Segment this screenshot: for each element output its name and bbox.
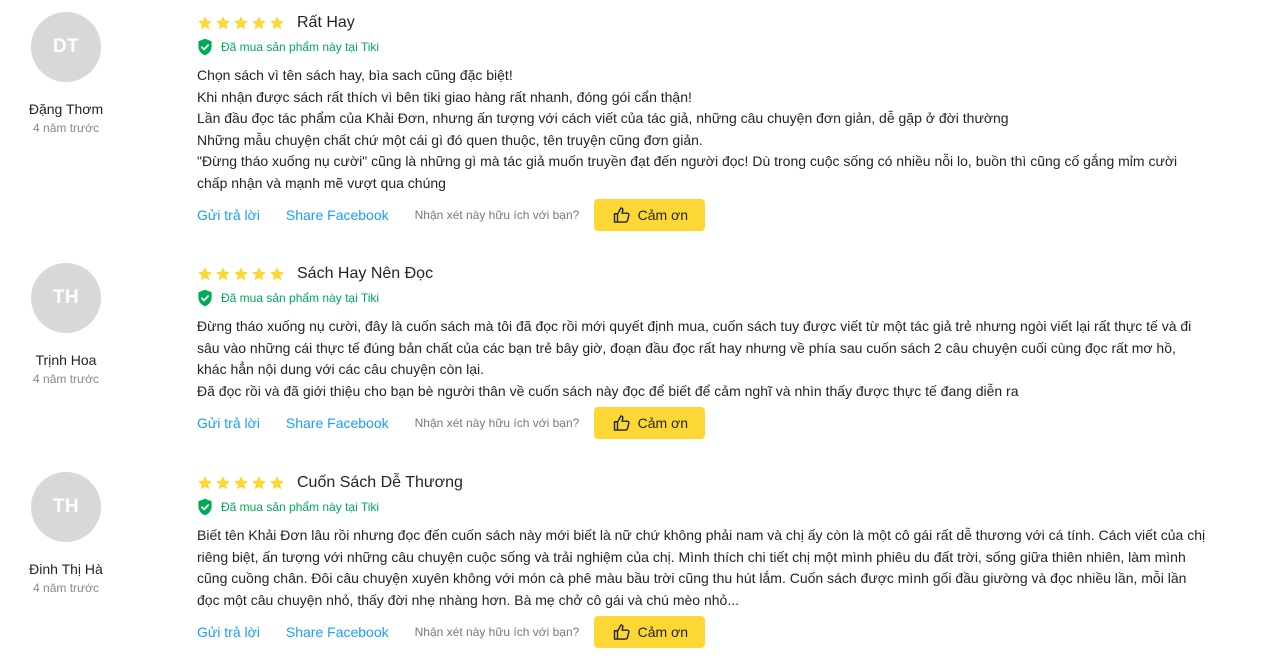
- star-icon: [198, 476, 212, 490]
- review-text-line: Biết tên Khải Đơn lâu rồi nhưng đọc đến …: [197, 527, 1206, 543]
- helpful-question: Nhận xét này hữu ích với bạn?: [414, 416, 580, 430]
- review-actions: Gửi trả lời Share Facebook Nhận xét này …: [197, 407, 1265, 439]
- helpful-question: Nhận xét này hữu ích với bạn?: [414, 625, 580, 639]
- review-actions: Gửi trả lời Share Facebook Nhận xét này …: [197, 616, 1265, 648]
- reply-link[interactable]: Gửi trả lời: [197, 415, 260, 431]
- review-text-line: Khi nhận được sách rất thích vì bên tiki…: [197, 88, 692, 105]
- review-header: Sách Hay Nên Đọc: [197, 263, 1265, 285]
- star-icon: [198, 267, 212, 281]
- star-icon: [252, 267, 266, 281]
- review-text-line: khác hẳn nội dung với các câu chuyện còn…: [197, 361, 485, 377]
- verified-purchase-text: Đã mua sản phẩm này tại Tiki: [221, 40, 380, 54]
- star-icon: [234, 476, 248, 490]
- author-name: Đặng Thơm: [28, 101, 104, 117]
- review-text-line: Đã đọc rồi và đã giới thiệu cho bạn bè n…: [197, 382, 1019, 399]
- review-text-line: riêng biệt, ấn tượng với những câu chuyệ…: [197, 548, 1186, 565]
- review-author: TH Đinh Thị Hà 4 năm trước: [0, 472, 132, 596]
- review-time: 4 năm trước: [33, 581, 99, 595]
- review-text-line: sâu vào những cái thực tế đúng bản chất …: [197, 339, 1176, 356]
- shield-check-icon: [198, 289, 212, 307]
- review-text-line: cũng cuồng chân. Đôi câu chuyện xuyên kh…: [197, 570, 1187, 586]
- review-text-line: đọc một câu chuyện nhỏ, thấy đời nhẹ nhà…: [197, 591, 739, 608]
- thanks-button[interactable]: Cảm ơn: [594, 199, 706, 231]
- avatar: TH: [31, 472, 101, 542]
- author-name: Trịnh Hoa: [35, 352, 97, 368]
- star-rating: [197, 266, 285, 282]
- star-icon: [234, 267, 248, 281]
- review-title: Rất Hay: [297, 14, 355, 31]
- thanks-button[interactable]: Cảm ơn: [594, 616, 706, 648]
- reply-link[interactable]: Gửi trả lời: [197, 207, 260, 223]
- verified-purchase-badge: Đã mua sản phẩm này tại Tiki: [197, 498, 1265, 516]
- shield-check-icon: [198, 498, 212, 516]
- star-rating: [197, 475, 285, 491]
- thanks-label: Cảm ơn: [637, 624, 688, 640]
- thumbs-up-icon: [613, 415, 630, 431]
- review-text-line: chấp nhận và mạnh mẽ vượt qua chúng: [197, 174, 446, 191]
- avatar: TH: [31, 263, 101, 333]
- review-text-line: Chọn sách vì tên sách hay, bìa sach cũng…: [197, 67, 513, 83]
- review-text-line: Lần đầu đọc tác phẩm của Khải Đơn, nhưng…: [197, 110, 1009, 126]
- thumbs-up-icon: [613, 207, 630, 223]
- share-facebook-link[interactable]: Share Facebook: [286, 624, 389, 640]
- star-icon: [198, 16, 212, 30]
- review-body: Biết tên Khải Đơn lâu rồi nhưng đọc đến …: [197, 525, 1265, 611]
- review-title: Cuốn Sách Dễ Thương: [297, 474, 463, 491]
- verified-purchase-badge: Đã mua sản phẩm này tại Tiki: [197, 289, 1265, 307]
- verified-purchase-text: Đã mua sản phẩm này tại Tiki: [221, 291, 380, 305]
- share-facebook-link[interactable]: Share Facebook: [286, 207, 389, 223]
- star-icon: [216, 16, 230, 30]
- review-text-line: Đừng tháo xuống nụ cười, đây là cuốn sác…: [197, 318, 1192, 334]
- avatar: DT: [31, 12, 101, 82]
- author-name: Đinh Thị Hà: [29, 561, 103, 577]
- review-author: TH Trịnh Hoa 4 năm trước: [0, 263, 132, 387]
- thumbs-up-icon: [613, 624, 630, 640]
- review-author: DT Đặng Thơm 4 năm trước: [0, 12, 132, 136]
- star-icon: [216, 476, 230, 490]
- verified-purchase-text: Đã mua sản phẩm này tại Tiki: [221, 500, 380, 514]
- verified-purchase-badge: Đã mua sản phẩm này tại Tiki: [197, 38, 1265, 56]
- share-facebook-link[interactable]: Share Facebook: [286, 415, 389, 431]
- star-icon: [270, 476, 284, 490]
- review-body: Chọn sách vì tên sách hay, bìa sach cũng…: [197, 65, 1265, 194]
- star-icon: [252, 476, 266, 490]
- star-icon: [270, 16, 284, 30]
- review-text-line: "Đừng tháo xuống nụ cười" cũng là những …: [197, 153, 1178, 169]
- thanks-button[interactable]: Cảm ơn: [594, 407, 706, 439]
- reply-link[interactable]: Gửi trả lời: [197, 624, 260, 640]
- star-icon: [234, 16, 248, 30]
- review-header: Cuốn Sách Dễ Thương: [197, 472, 1265, 494]
- star-rating: [197, 15, 285, 31]
- review-title: Sách Hay Nên Đọc: [297, 265, 434, 282]
- review-header: Rất Hay: [197, 12, 1265, 34]
- review-content: Sách Hay Nên Đọc Đã mua sản phẩm này tại…: [197, 263, 1265, 439]
- review-content: Rất Hay Đã mua sản phẩm này tại Tiki Chọ…: [197, 12, 1265, 231]
- review-content: Cuốn Sách Dễ Thương Đã mua sản phẩm này …: [197, 472, 1265, 648]
- shield-check-icon: [198, 38, 212, 56]
- helpful-question: Nhận xét này hữu ích với bạn?: [414, 208, 580, 222]
- review-actions: Gửi trả lời Share Facebook Nhận xét này …: [197, 199, 1265, 231]
- review-body: Đừng tháo xuống nụ cười, đây là cuốn sác…: [197, 316, 1265, 402]
- review-time: 4 năm trước: [33, 121, 99, 135]
- review-text-line: Những mẫu chuyện chất chứ một cái gì đó …: [197, 131, 703, 148]
- review-time: 4 năm trước: [33, 372, 99, 386]
- thanks-label: Cảm ơn: [637, 415, 688, 431]
- star-icon: [216, 267, 230, 281]
- star-icon: [270, 267, 284, 281]
- star-icon: [252, 16, 266, 30]
- thanks-label: Cảm ơn: [637, 207, 688, 223]
